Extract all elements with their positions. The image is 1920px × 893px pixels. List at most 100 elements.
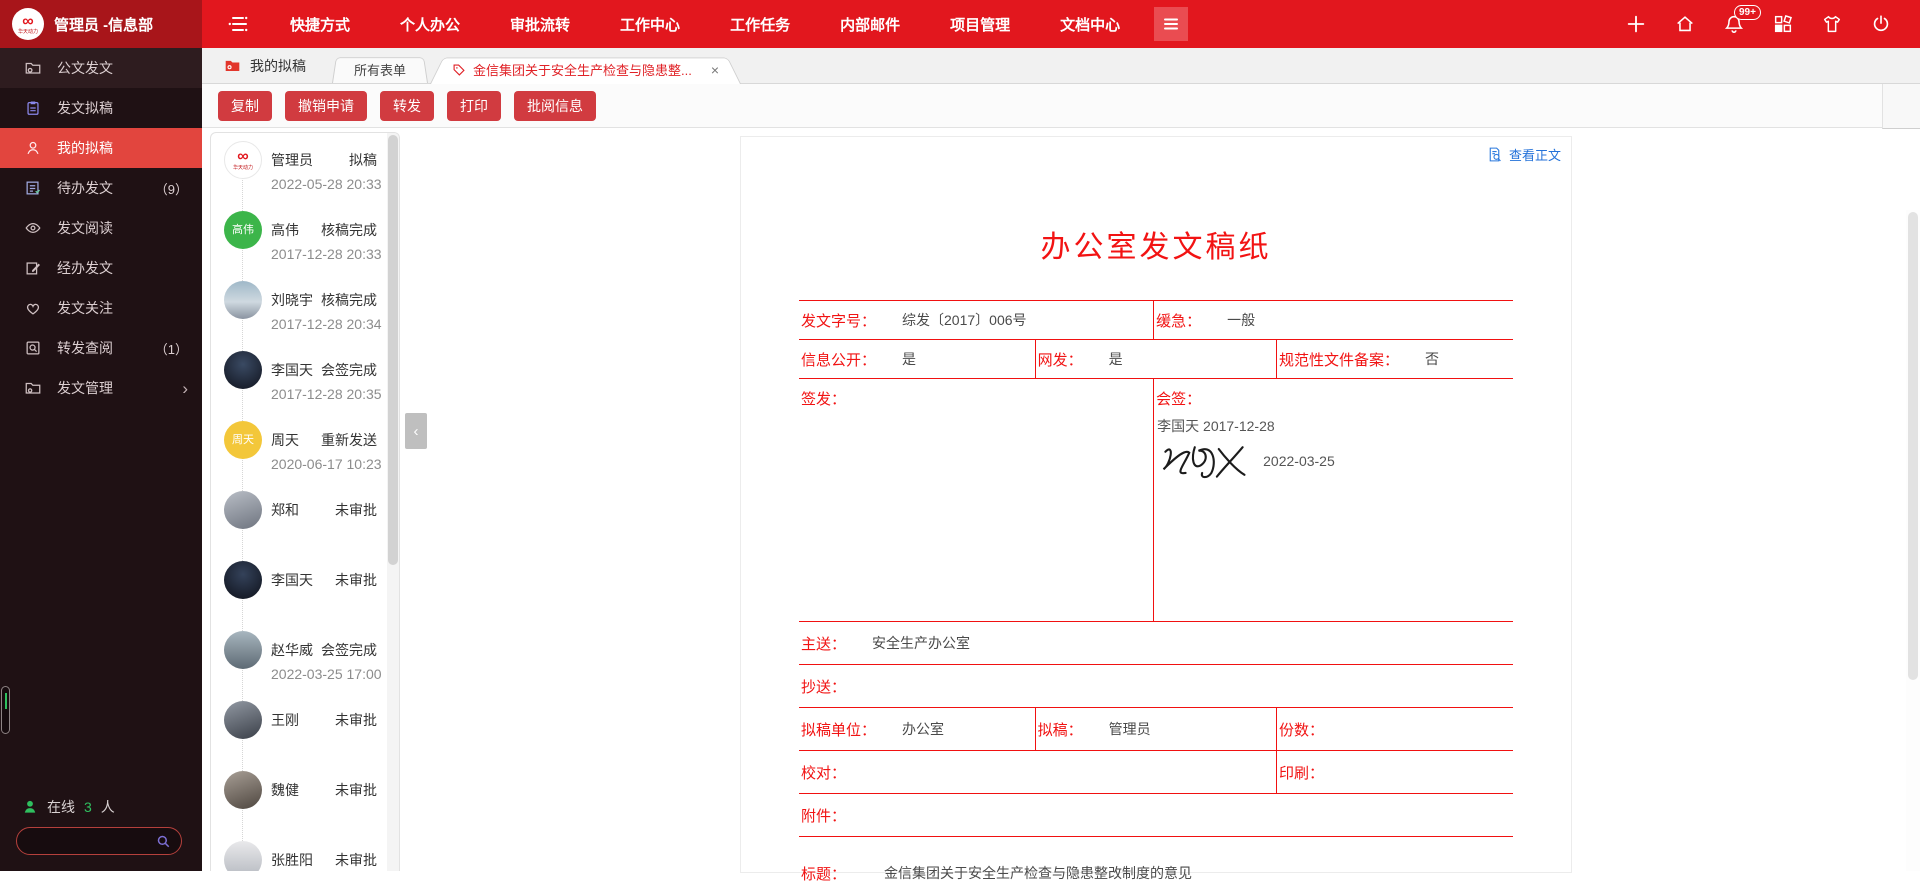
field-label: 附件： <box>801 805 846 826</box>
nav-document-center[interactable]: 文档中心 <box>1060 14 1120 35</box>
field-label: 标题： <box>801 863 846 884</box>
sidebar-item-dispatch-reading[interactable]: 发文阅读 <box>0 208 202 248</box>
row-publicity: 信息公开： 是 网发： 是 规范性文件备案： 否 <box>799 339 1513 378</box>
field-label: 份数： <box>1279 719 1324 740</box>
forward-button[interactable]: 转发 <box>380 91 434 121</box>
apps-grid-icon[interactable] <box>1772 13 1794 35</box>
nav-work-center[interactable]: 工作中心 <box>620 14 680 35</box>
print-button[interactable]: 打印 <box>447 91 501 121</box>
more-menus-button[interactable] <box>1154 7 1188 41</box>
nav-personal-office[interactable]: 个人办公 <box>400 14 460 35</box>
person-name: 周天 <box>271 430 299 450</box>
sidebar-item-my-drafts[interactable]: 我的拟稿 <box>0 128 202 168</box>
avatar-photo <box>224 701 262 739</box>
document-title: 办公室发文稿纸 <box>741 222 1571 266</box>
timeline-item[interactable]: 李国天会签完成 2017-12-28 20:35 <box>211 343 399 413</box>
timeline-item[interactable]: 王刚未审批 <box>211 693 399 763</box>
timeline-item[interactable]: 赵华威会签完成 2022-03-25 17:00 <box>211 623 399 693</box>
edit-doc-icon <box>24 259 42 277</box>
info-public-value: 是 <box>902 349 916 369</box>
person-name: 高伟 <box>271 220 299 240</box>
copy-button[interactable]: 复制 <box>218 91 272 121</box>
step-timestamp: 2022-05-28 20:33 <box>271 176 377 192</box>
eye-icon <box>24 219 42 237</box>
tab-current-document[interactable]: 金信集团关于安全生产检查与隐患整... × <box>430 55 741 84</box>
timeline-scrollbar[interactable] <box>387 133 399 871</box>
notifications-bell-icon[interactable]: 99+ <box>1723 13 1745 35</box>
sidebar-item-official-dispatch[interactable]: 公文发文 <box>0 48 202 88</box>
sidebar-search-input[interactable] <box>17 834 156 849</box>
signature-date: 2022-03-25 <box>1263 453 1335 469</box>
menu-lines-icon[interactable] <box>226 12 250 36</box>
avatar-photo <box>224 631 262 669</box>
logout-power-icon[interactable] <box>1870 13 1892 35</box>
user-icon <box>24 139 42 157</box>
sidebar-item-dispatch-management[interactable]: 发文管理 › <box>0 368 202 408</box>
online-users[interactable]: 在线 3 人 <box>22 797 115 817</box>
nav-project-management[interactable]: 项目管理 <box>950 14 1010 35</box>
draft-unit-value: 办公室 <box>902 719 944 739</box>
nav-work-tasks[interactable]: 工作任务 <box>730 14 790 35</box>
sidebar-item-forward-review[interactable]: 转发查阅 （1） <box>0 328 202 368</box>
view-body-link[interactable]: 查看正文 <box>1486 145 1561 164</box>
sidebar-item-label: 公文发文 <box>57 58 113 78</box>
tab-label: 金信集团关于安全生产检查与隐患整... <box>473 60 692 79</box>
sidebar-item-pending-dispatch[interactable]: 待办发文 （9） <box>0 168 202 208</box>
tag-icon <box>452 63 466 77</box>
nav-shortcuts[interactable]: 快捷方式 <box>290 14 350 35</box>
new-item-icon[interactable] <box>1625 13 1647 35</box>
sidebar-item-handled-dispatch[interactable]: 经办发文 <box>0 248 202 288</box>
tab-all-forms[interactable]: 所有表单 <box>332 55 428 83</box>
sidebar-item-draft-dispatch[interactable]: 发文拟稿 <box>0 88 202 128</box>
step-timestamp: 2017-12-28 20:35 <box>271 386 377 402</box>
step-status: 未审批 <box>335 780 377 800</box>
close-tab-icon[interactable]: × <box>711 62 719 78</box>
online-label: 在线 <box>47 797 75 817</box>
theme-shirt-icon[interactable] <box>1821 13 1843 35</box>
sidebar: 公文发文 发文拟稿 我的拟稿 待办发文 （9） 发文阅读 经办发文 发文关注 <box>0 48 202 871</box>
timeline-item[interactable]: 郑和未审批 <box>211 483 399 553</box>
sidebar-item-dispatch-follow[interactable]: 发文关注 <box>0 288 202 328</box>
row-signatures: 签发： 会签： 李国天 2017-12-28 2022-03-25 <box>799 378 1513 621</box>
step-status: 核稿完成 <box>321 290 377 310</box>
timeline-item[interactable]: 李国天未审批 <box>211 553 399 623</box>
withdraw-request-button[interactable]: 撤销申请 <box>285 91 367 121</box>
person-name: 魏健 <box>271 780 299 800</box>
step-timestamp: 2017-12-28 20:34 <box>271 316 377 332</box>
page-scrollbar[interactable] <box>1906 210 1920 871</box>
collapse-panel-handle[interactable]: ‹ <box>405 413 427 449</box>
document-form: 发文字号： 综发〔2017〕006号 缓急： 一般 信息公开： 是 网发： <box>799 300 1513 893</box>
timeline-item[interactable]: ∞ 华天动力 管理员拟稿 2022-05-28 20:33 <box>211 133 399 203</box>
field-label: 规范性文件备案： <box>1279 349 1399 370</box>
company-logo: ∞ 华天动力 <box>12 8 44 40</box>
approval-timeline: ∞ 华天动力 管理员拟稿 2022-05-28 20:33 高伟 高伟核稿完成 … <box>210 132 400 871</box>
folder-doc-icon <box>24 59 42 77</box>
timeline-item[interactable]: 刘晓宇核稿完成 2017-12-28 20:34 <box>211 273 399 343</box>
nav-internal-mail[interactable]: 内部邮件 <box>840 14 900 35</box>
timeline-item[interactable]: 高伟 高伟核稿完成 2017-12-28 20:33 <box>211 203 399 273</box>
review-info-button[interactable]: 批阅信息 <box>514 91 596 121</box>
row-attachment: 附件： <box>799 793 1513 836</box>
section-title: 我的拟稿 <box>250 56 306 76</box>
tab-strip: 我的拟稿 所有表单 金信集团关于安全生产检查与隐患整... × <box>202 48 1920 84</box>
online-suffix: 人 <box>101 797 115 817</box>
timeline-item[interactable]: 张胜阳未审批 <box>211 833 399 871</box>
breadcrumb: 我的拟稿 <box>224 56 306 76</box>
home-icon[interactable] <box>1674 13 1696 35</box>
person-name: 李国天 <box>271 570 313 590</box>
timeline-scroll-thumb[interactable] <box>388 135 398 565</box>
collapsed-panel-handle[interactable] <box>1 686 10 734</box>
search-icon[interactable] <box>156 834 181 849</box>
timeline-item[interactable]: 周天 周天重新发送 2020-06-17 10:23 <box>211 413 399 483</box>
field-label: 拟稿： <box>1038 719 1083 740</box>
nav-approval-flow[interactable]: 审批流转 <box>510 14 570 35</box>
field-label: 签发： <box>801 388 846 409</box>
step-status: 核稿完成 <box>321 220 377 240</box>
page-scroll-thumb[interactable] <box>1908 212 1918 680</box>
person-name: 赵华威 <box>271 640 313 660</box>
avatar-photo <box>224 491 262 529</box>
step-timestamp: 2022-03-25 17:00 <box>271 666 377 682</box>
timeline-item[interactable]: 魏健 未审批 <box>211 763 399 833</box>
doc-number-value: 综发〔2017〕006号 <box>902 310 1027 330</box>
step-status: 会签完成 <box>321 360 377 380</box>
